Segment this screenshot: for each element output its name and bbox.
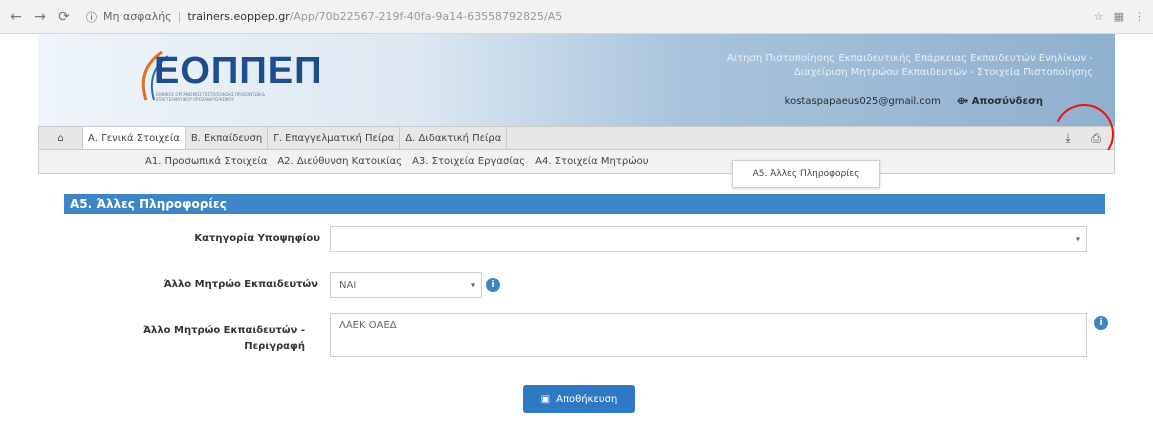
save-button[interactable]: ▣ Αποθήκευση: [523, 385, 635, 413]
url-separator: |: [177, 10, 182, 23]
sub-tabs: Α1. Προσωπικά Στοιχεία Α2. Διεύθυνση Κατ…: [38, 150, 1115, 174]
description-value: ΛΑΕΚ ΟΑΕΔ: [339, 320, 397, 331]
tab-general[interactable]: Α. Γενικά Στοιχεία: [83, 127, 186, 149]
logout-icon: ⟴: [956, 96, 972, 107]
save-label: Αποθήκευση: [556, 393, 618, 405]
registry-value: ΝΑΙ: [339, 279, 357, 291]
floppy-disk-icon: ▣: [540, 393, 551, 405]
home-icon: ⌂: [57, 132, 64, 144]
chevron-down-icon: ▾: [1075, 234, 1080, 244]
tab-teaching-experience[interactable]: Δ. Διδακτική Πείρα: [400, 127, 508, 149]
user-email: kostaspapaeus025@gmail.com: [784, 96, 941, 107]
logout-label: Αποσύνδεση: [971, 96, 1043, 107]
description-label-line1: Άλλο Μητρώο Εκπαιδευτών -: [143, 325, 305, 336]
subtab-other-info[interactable]: Α5. Άλλες Πληροφορίες: [732, 160, 880, 188]
header-title-line1: Αίτηση Πιστοποίησης Εκπαιδευτικής Επάρκε…: [726, 53, 1093, 64]
registry-label: Άλλο Μητρώο Εκπαιδευτών: [163, 279, 318, 290]
main-tabs: ⌂ Α. Γενικά Στοιχεία Β. Εκπαίδευση Γ. Επ…: [38, 95, 1123, 173]
forward-arrow-icon[interactable]: →: [32, 9, 48, 25]
subtab-address[interactable]: Α2. Διεύθυνση Κατοικίας: [277, 156, 402, 167]
url-path: /App/70b22567-219f-40fa-9a14-63558792825…: [289, 10, 563, 23]
logout-link[interactable]: ⟴ Αποσύνδεση: [957, 96, 1043, 107]
browser-toolbar: ← → ⟳ ⓘ Μη ασφαλής | trainers.eoppep.gr/…: [0, 0, 1153, 34]
url-host: trainers.eoppep.gr: [187, 10, 290, 23]
star-icon[interactable]: ☆: [1094, 10, 1104, 23]
registry-select[interactable]: ΝΑΙ ▾: [330, 272, 482, 298]
subtab-personal[interactable]: Α1. Προσωπικά Στοιχεία: [145, 156, 267, 167]
category-select[interactable]: ▾: [330, 226, 1087, 252]
tab-education[interactable]: Β. Εκπαίδευση: [186, 127, 269, 149]
header-title: Αίτηση Πιστοποίησης Εκπαιδευτικής Επάρκε…: [713, 52, 1093, 80]
logo-subtitle: ΕΘΝΙΚΟΣ ΟΡΓΑΝΙΣΜΟΣ ΠΙΣΤΟΠΟΙΗΣΗΣ ΠΡΟΣΟΝΤΩ…: [156, 92, 266, 102]
info-icon[interactable]: i: [486, 278, 500, 292]
subtab-work[interactable]: Α3. Στοιχεία Εργασίας: [412, 156, 525, 167]
site-header: ΕΟΠΠΕΠ ΕΘΝΙΚΟΣ ΟΡΓΑΝΙΣΜΟΣ ΠΙΣΤΟΠΟΙΗΣΗΣ Π…: [38, 34, 1115, 126]
description-textarea[interactable]: ΛΑΕΚ ΟΑΕΔ: [330, 313, 1087, 357]
print-icon[interactable]: ⎙: [1086, 128, 1106, 148]
logo: ΕΟΠΠΕΠ ΕΘΝΙΚΟΣ ΟΡΓΑΝΙΣΜΟΣ ΠΙΣΤΟΠΟΙΗΣΗΣ Π…: [132, 46, 322, 104]
url-secure-label: Μη ασφαλής: [103, 10, 172, 23]
tab-professional-experience[interactable]: Γ. Επαγγελματική Πείρα: [268, 127, 401, 149]
back-arrow-icon[interactable]: ←: [8, 9, 24, 25]
description-label: Άλλο Μητρώο Εκπαιδευτών - Περιγραφή: [100, 323, 305, 355]
logo-text: ΕΟΠΠΕΠ: [154, 50, 323, 92]
home-tab[interactable]: ⌂: [39, 127, 83, 149]
menu-icon[interactable]: ⋮: [1134, 10, 1145, 23]
subtab-registry[interactable]: Α4. Στοιχεία Μητρώου: [535, 156, 648, 167]
header-user: kostaspapaeus025@gmail.com ⟴ Αποσύνδεση: [785, 96, 1043, 107]
address-bar[interactable]: ⓘ Μη ασφαλής | trainers.eoppep.gr/App/70…: [80, 5, 1086, 29]
chevron-down-icon: ▾: [470, 280, 475, 290]
header-title-line2: Διαχείριση Μητρώου Εκπαιδευτών - Στοιχεί…: [793, 67, 1093, 78]
description-label-line2: Περιγραφή: [244, 341, 305, 352]
info-icon: ⓘ: [86, 10, 97, 24]
category-label: Κατηγορία Υποψηφίου: [194, 233, 320, 244]
download-icon[interactable]: ⤓: [1058, 128, 1078, 148]
reload-icon[interactable]: ⟳: [56, 9, 72, 25]
info-icon[interactable]: i: [1094, 316, 1108, 330]
extension-icon[interactable]: ▦: [1114, 10, 1124, 23]
section-title: Α5. Άλλες Πληροφορίες: [64, 194, 1105, 214]
